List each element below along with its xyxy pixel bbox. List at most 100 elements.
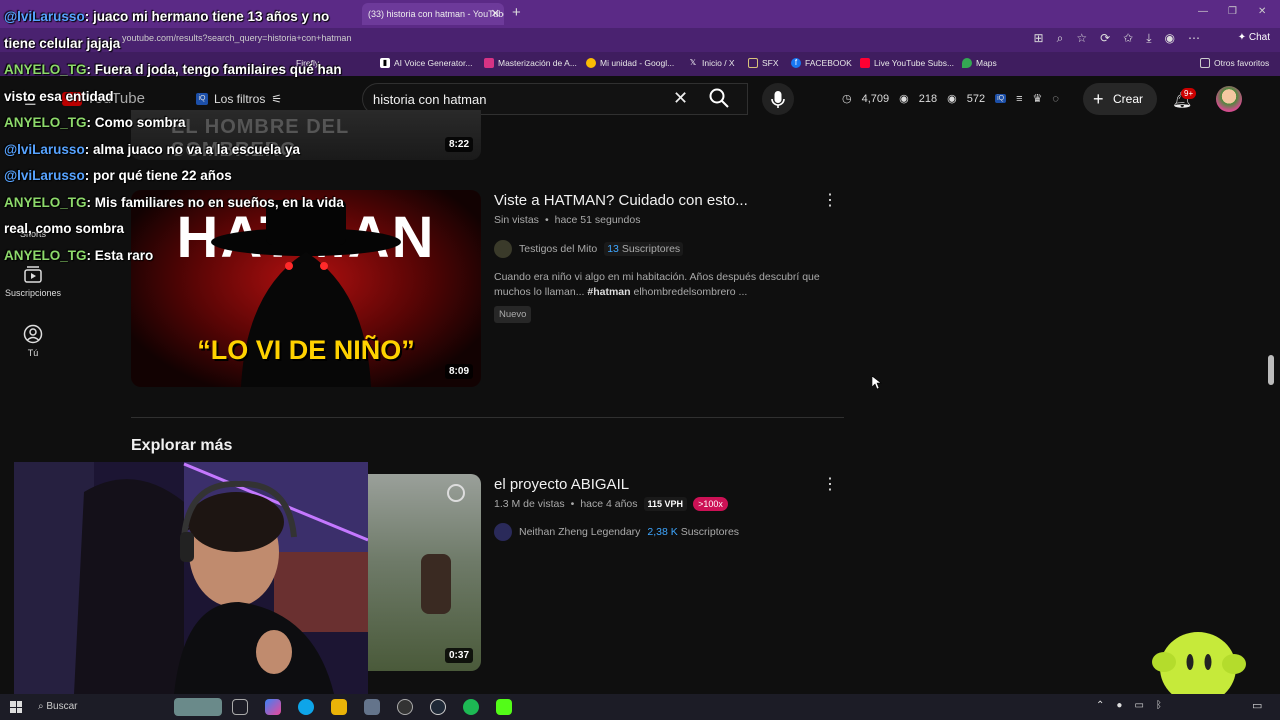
vidiq-icon[interactable]: iQ	[995, 94, 1007, 103]
browser-tab[interactable]: (33) historia con hatman - YouTube ✕	[362, 3, 504, 25]
spotify-icon[interactable]	[463, 699, 479, 715]
bookmark-icon	[484, 58, 494, 68]
chat-username: ANYELO_TG	[4, 247, 87, 263]
taskbar-apps	[232, 699, 512, 715]
subscriber-count: 2,38 K Suscriptores	[647, 526, 739, 538]
webcam-overlay	[14, 462, 368, 694]
youtube-icon	[860, 58, 870, 68]
bookmark-x[interactable]: 𝕏 Inicio / X	[688, 58, 735, 68]
search-icon[interactable]	[708, 87, 730, 109]
kick-icon[interactable]	[496, 699, 512, 715]
bookmark-sfx[interactable]: SFX	[748, 58, 779, 68]
profile-icon[interactable]: ◉	[1165, 31, 1175, 46]
more-options-icon[interactable]: ⋮	[822, 190, 838, 210]
apps-icon[interactable]: ⊞	[1034, 31, 1044, 46]
clear-search-icon[interactable]: ✕	[673, 88, 688, 109]
maps-icon	[962, 58, 972, 68]
subs-label: Suscriptores	[621, 243, 681, 255]
minimize-icon[interactable]: —	[1198, 6, 1208, 17]
zoom-icon[interactable]: ⌕	[1057, 31, 1064, 46]
channel-avatar	[494, 523, 512, 541]
more-options-icon[interactable]: ⋮	[822, 474, 838, 494]
favorite-star-icon[interactable]: ☆	[1076, 31, 1087, 46]
collections-icon[interactable]: ✩	[1123, 31, 1133, 46]
channel-name[interactable]: Testigos del Mito	[519, 243, 597, 255]
nav-you[interactable]: Tú	[0, 324, 66, 358]
drive-icon	[586, 58, 596, 68]
video-duration: 8:22	[444, 137, 473, 152]
taskbar-widget[interactable]	[174, 698, 222, 716]
tab-title: (33) historia con hatman - YouTube	[368, 9, 504, 19]
maximize-icon[interactable]: ❐	[1228, 6, 1237, 17]
windows-taskbar: ⌕ Buscar ⌃ ● ▭ ᛒ ▭	[0, 694, 1280, 720]
system-tray: ⌃ ● ▭ ᛒ	[1096, 700, 1162, 711]
notifications-icon[interactable]: ▭	[1252, 699, 1262, 712]
notification-badge: 9+	[1181, 88, 1197, 99]
chat-message: ANYELO_TG: Como sombra	[4, 110, 362, 137]
chat-label: Chat	[1248, 32, 1270, 43]
divider	[131, 417, 844, 418]
bookmark-label: FACEBOOK	[805, 58, 852, 68]
bookmark-label: Inicio / X	[702, 58, 735, 68]
refresh-icon[interactable]: ⟳	[1100, 31, 1110, 46]
bookmark-label: Masterización de A...	[498, 58, 577, 68]
video-meta: 1.3 M de vistas • hace 4 años 115 VPH >100…	[494, 497, 728, 511]
subs-label: Suscriptores	[680, 526, 740, 538]
outlier-badge: >100x	[693, 497, 728, 511]
chat-text: : Esta raro	[86, 247, 154, 263]
close-tab-icon[interactable]: ✕	[491, 3, 500, 25]
windows-start-icon[interactable]	[10, 701, 22, 713]
bookmark-masterizacion[interactable]: Masterización de A...	[484, 58, 577, 68]
clock-app-icon[interactable]	[430, 699, 446, 715]
new-tab-icon[interactable]: +	[512, 4, 521, 21]
file-explorer-icon[interactable]	[331, 699, 347, 715]
chat-tray-icon[interactable]: ▭	[1134, 700, 1143, 711]
scrollbar-thumb[interactable]	[1268, 355, 1274, 385]
facebook-icon: f	[791, 58, 801, 68]
x-icon: 𝕏	[689, 58, 697, 67]
copilot-icon[interactable]	[265, 699, 281, 715]
video-title[interactable]: Viste a HATMAN? Cuidado con esto...	[494, 192, 748, 209]
channel-name[interactable]: Neithan Zheng Legendary	[519, 526, 640, 538]
bookmark-live-subs[interactable]: Live YouTube Subs...	[860, 58, 954, 68]
close-window-icon[interactable]: ✕	[1258, 6, 1266, 17]
tray-chevron-icon[interactable]: ⌃	[1096, 700, 1104, 711]
list-icon[interactable]: ≡	[1016, 93, 1022, 105]
copilot-chat-button[interactable]: ✦ Chat	[1238, 32, 1270, 43]
download-icon[interactable]: ⤓	[1146, 31, 1151, 46]
vidiq-stats: ◷ 4,709 ◉ 218 ◉ 572 iQ ≡ ♛ ◌	[842, 92, 1059, 106]
channel-row[interactable]: Neithan Zheng Legendary 2,38 K Suscripto…	[494, 523, 739, 541]
task-view-icon[interactable]	[232, 699, 248, 715]
comment-icon[interactable]: ◌	[1052, 93, 1059, 105]
microphone-icon[interactable]	[762, 83, 794, 115]
chat-text: : Como sombra	[86, 115, 186, 130]
other-favorites[interactable]: Otros favoritos	[1200, 58, 1269, 68]
video-title[interactable]: el proyecto ABIGAIL	[494, 476, 629, 493]
nav-subscriptions[interactable]: Suscripciones	[0, 264, 66, 298]
bookmark-ai-voice[interactable]: ▮ AI Voice Generator...	[380, 58, 472, 68]
subs-number: 13	[607, 243, 619, 255]
channel-row[interactable]: Testigos del Mito 13 Suscriptores	[494, 240, 684, 258]
bookmark-maps[interactable]: Maps	[962, 58, 997, 68]
store-icon[interactable]	[364, 699, 380, 715]
more-menu-icon[interactable]: ⋯	[1188, 31, 1200, 46]
create-button[interactable]: + Crear	[1083, 83, 1157, 115]
chat-username: ANYELO_TG	[4, 194, 87, 210]
mic-tray-icon[interactable]: ●	[1116, 700, 1122, 711]
search-input[interactable]: historia con hatman	[373, 92, 486, 107]
chat-message: @lviLarusso: juaco mi hermano tiene 13 a…	[4, 4, 362, 57]
stat-views-2: 572	[966, 92, 986, 105]
edge-icon[interactable]	[298, 699, 314, 715]
trophy-icon[interactable]: ♛	[1033, 92, 1043, 105]
description-rest: elhombredelsombrero ...	[630, 286, 748, 298]
chat-username: ANYELO_TG	[4, 115, 87, 130]
obs-icon[interactable]	[397, 699, 413, 715]
bluetooth-icon[interactable]: ᛒ	[1156, 700, 1162, 711]
bookmark-facebook[interactable]: f FACEBOOK	[791, 58, 852, 68]
avatar[interactable]	[1216, 86, 1242, 112]
taskbar-search[interactable]: ⌕ Buscar	[38, 701, 78, 712]
bookmark-drive[interactable]: Mi unidad - Googl...	[586, 58, 674, 68]
bookmark-label: Live YouTube Subs...	[874, 58, 955, 68]
screen: (33) historia con hatman - YouTube ✕ + —…	[0, 0, 1280, 720]
hashtag-link[interactable]: #hatman	[587, 286, 630, 298]
